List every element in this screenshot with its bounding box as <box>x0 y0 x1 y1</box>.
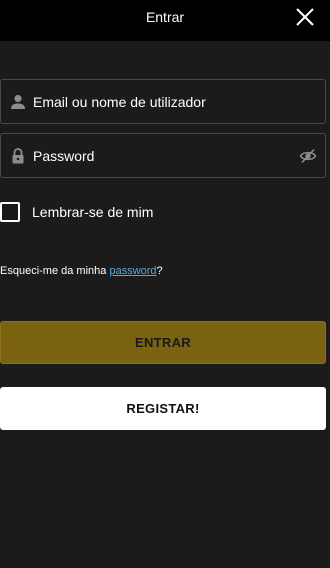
password-field[interactable]: Password <box>0 133 326 178</box>
header-bar: Entrar <box>0 0 330 41</box>
forgot-password-text: Esqueci-me da minha password? <box>0 265 163 277</box>
close-icon <box>296 8 314 26</box>
forgot-prefix: Esqueci-me da minha <box>0 265 110 277</box>
eye-off-icon[interactable] <box>299 147 317 165</box>
email-field[interactable]: Email ou nome de utilizador <box>0 79 326 124</box>
password-placeholder: Password <box>33 148 95 164</box>
forgot-password-link[interactable]: password <box>109 265 156 277</box>
remember-me-label: Lembrar-se de mim <box>32 204 154 220</box>
close-button[interactable] <box>294 6 316 28</box>
lock-icon <box>12 148 24 164</box>
email-placeholder: Email ou nome de utilizador <box>33 94 206 110</box>
forgot-suffix: ? <box>156 265 163 277</box>
remember-me-row: Lembrar-se de mim <box>0 200 153 224</box>
page-title: Entrar <box>145 9 185 25</box>
login-button[interactable]: ENTRAR <box>0 321 326 364</box>
user-icon <box>11 94 25 109</box>
register-button[interactable]: REGISTAR! <box>0 387 326 430</box>
remember-me-checkbox[interactable] <box>0 202 20 222</box>
